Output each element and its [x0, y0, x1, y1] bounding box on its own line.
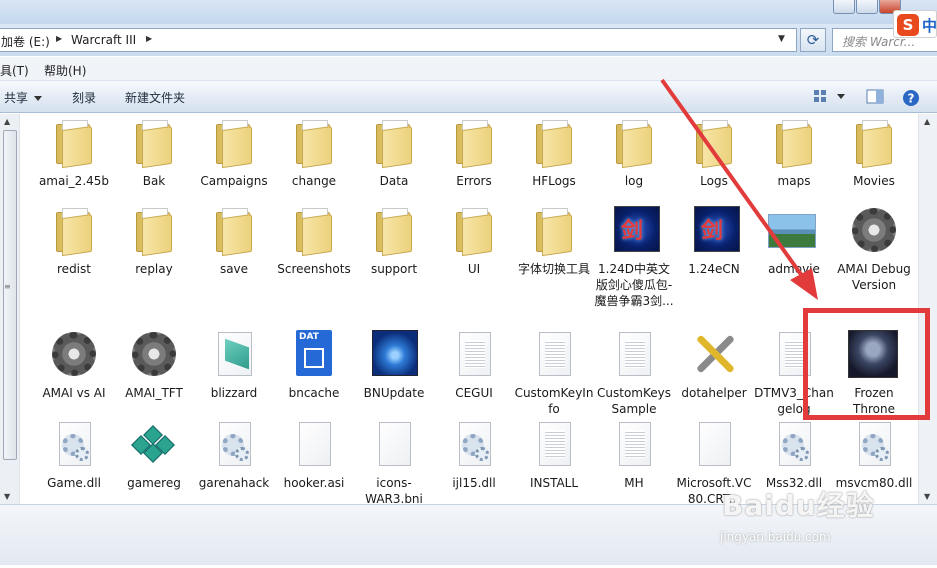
watermark-url: jingyan.baidu.com [720, 530, 831, 544]
baidu-watermark: Baidu经验 jingyan.baidu.com [712, 478, 937, 568]
highlight-box [803, 308, 930, 420]
watermark-brand: Baidu经验 [722, 489, 875, 522]
